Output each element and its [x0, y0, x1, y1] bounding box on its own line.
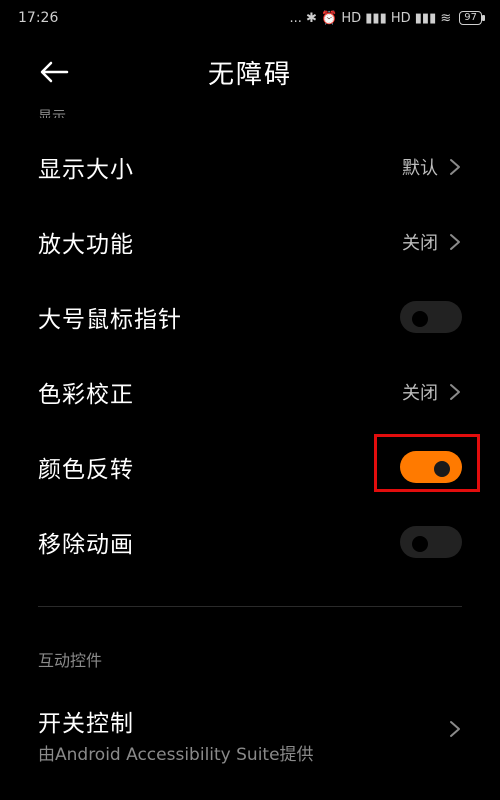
- row-switch-control[interactable]: 开关控制 由Android Accessibility Suite提供: [0, 694, 500, 774]
- page-title: 无障碍: [207, 60, 292, 90]
- status-time: 17:26: [18, 10, 59, 26]
- chevron-right-icon: [450, 721, 460, 737]
- toggle-knob: [412, 536, 428, 552]
- section-title-display: 显示: [38, 109, 66, 118]
- row-value: 关闭: [402, 233, 438, 254]
- row-value: 关闭: [402, 383, 438, 404]
- status-icons: ... ✱ ⏰ HD ▮▮▮ HD ▮▮▮ ≋ 97: [289, 10, 485, 26]
- row-value-wrap: 默认: [402, 154, 462, 180]
- divider: [38, 606, 462, 607]
- row-label: 颜色反转: [38, 457, 134, 483]
- chevron-right-icon: [450, 384, 460, 400]
- chevron-right-icon: [450, 234, 460, 250]
- row-magnification[interactable]: 放大功能 关闭: [0, 205, 500, 279]
- row-color-correction[interactable]: 色彩校正 关闭: [0, 355, 500, 429]
- status-bar: 17:26 ... ✱ ⏰ HD ▮▮▮ HD ▮▮▮ ≋ 97: [0, 0, 500, 36]
- battery-icon: 97: [459, 11, 485, 25]
- row-remove-animations: 移除动画: [0, 505, 500, 579]
- row-subtitle: 由Android Accessibility Suite提供: [38, 745, 314, 765]
- highlight-box: [374, 434, 480, 492]
- row-label: 开关控制: [38, 711, 134, 737]
- row-value: 默认: [402, 158, 438, 179]
- row-label: 大号鼠标指针: [38, 307, 182, 333]
- row-large-pointer: 大号鼠标指针: [0, 280, 500, 354]
- remove-animations-toggle[interactable]: [400, 526, 462, 558]
- chevron-wrap: [448, 720, 462, 742]
- row-display-size[interactable]: 显示大小 默认: [0, 130, 500, 204]
- row-label: 移除动画: [38, 532, 134, 558]
- row-label: 放大功能: [38, 232, 134, 258]
- section-title-interaction: 互动控件: [38, 651, 103, 670]
- chevron-right-icon: [450, 159, 460, 175]
- large-pointer-toggle[interactable]: [400, 301, 462, 333]
- row-value-wrap: 关闭: [402, 229, 462, 255]
- toggle-knob: [412, 311, 428, 327]
- row-value-wrap: 关闭: [402, 379, 462, 405]
- status-indicators: ... ✱ ⏰ HD ▮▮▮ HD ▮▮▮ ≋: [289, 10, 452, 26]
- app-header: 无障碍: [0, 44, 500, 100]
- row-label: 色彩校正: [38, 382, 134, 408]
- row-label: 显示大小: [38, 157, 134, 183]
